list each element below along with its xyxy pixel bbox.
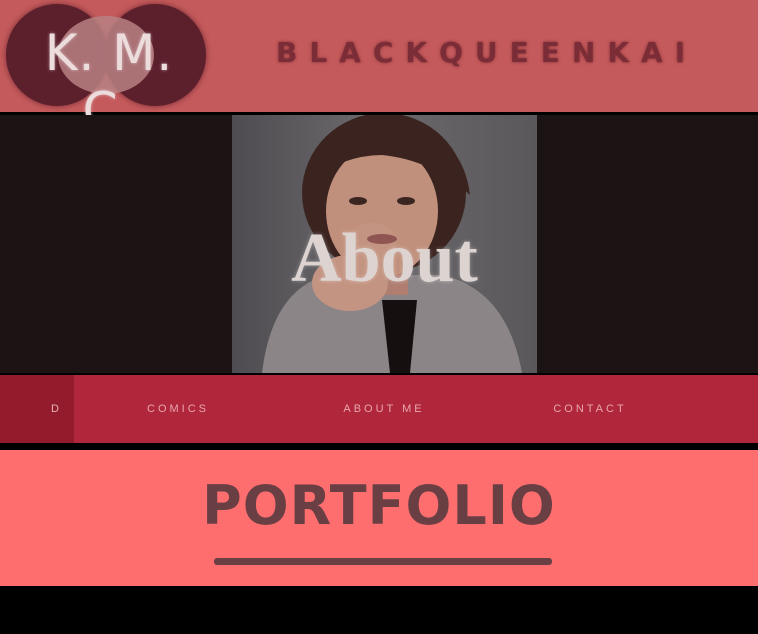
site-name[interactable]: BLACKQUEENKAI — [276, 36, 697, 69]
nav-item-comics[interactable]: COMICS — [78, 375, 278, 443]
site-header: K. M. C. BLACKQUEENKAI — [0, 0, 758, 140]
nav-item-contact[interactable]: CONTACT — [490, 375, 690, 443]
section-title: PORTFOLIO — [202, 474, 556, 537]
nav-item-portfolio[interactable]: D — [0, 375, 74, 443]
nav-item-about-me[interactable]: ABOUT ME — [284, 375, 484, 443]
hero-title: About — [291, 220, 478, 297]
section-underline — [214, 558, 552, 565]
hero-banner: About — [0, 115, 758, 373]
site-logo[interactable]: K. M. C. — [6, 4, 206, 140]
main-nav: D COMICS ABOUT ME CONTACT — [0, 375, 758, 443]
